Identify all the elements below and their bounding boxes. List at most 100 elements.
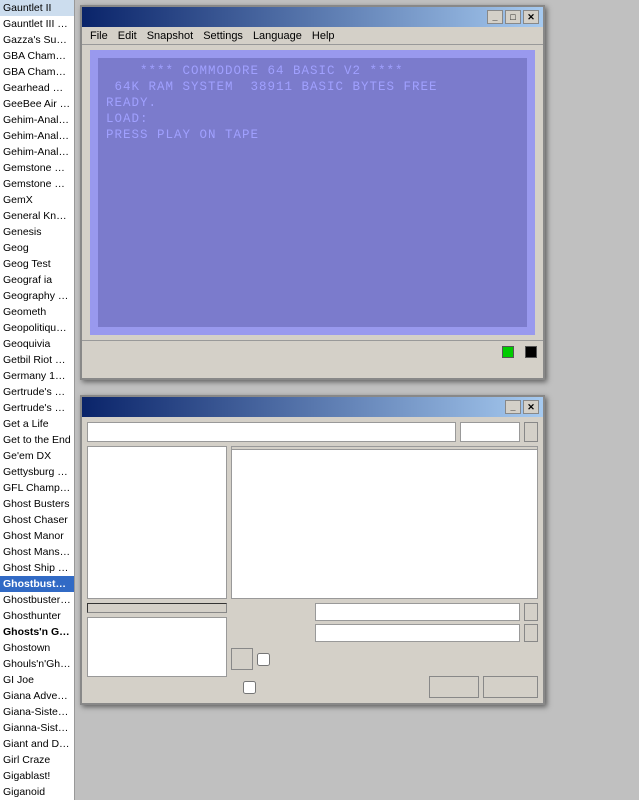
game-list[interactable]: Gauntlet IIGauntlet III - The Final...Ga… xyxy=(0,0,75,800)
apply-checkbox[interactable] xyxy=(243,681,256,694)
sidebar-item[interactable]: Ghosts'n Gob... xyxy=(0,624,74,640)
vice-menu-item[interactable]: Edit xyxy=(114,29,141,43)
ok-button[interactable] xyxy=(429,676,479,698)
sidebar-item[interactable]: Gigablast! xyxy=(0,768,74,784)
sidebar-item[interactable]: Ghost Busters xyxy=(0,496,74,512)
sidebar-item[interactable]: Geoquivia xyxy=(0,336,74,352)
vice-menu-item[interactable]: Help xyxy=(308,29,339,43)
test-button[interactable] xyxy=(231,648,253,670)
sidebar-item[interactable]: Gehim-Analyse xyxy=(0,112,74,128)
close-button[interactable]: ✕ xyxy=(523,10,539,24)
file-list[interactable] xyxy=(231,446,538,599)
refresh-button[interactable] xyxy=(524,422,538,442)
path-input[interactable] xyxy=(87,422,456,442)
sidebar-item[interactable]: Geometh xyxy=(0,304,74,320)
maximize-button[interactable]: □ xyxy=(505,10,521,24)
filter-input[interactable] xyxy=(460,422,520,442)
c64-display: **** COMMODORE 64 BASIC V2 **** 64K RAM … xyxy=(98,58,527,327)
action-buttons-row xyxy=(231,648,538,670)
right-bottom-panel xyxy=(231,603,538,698)
apply-checkbox-row xyxy=(243,681,425,694)
sidebar-item[interactable]: GemX xyxy=(0,192,74,208)
sidebar-item[interactable]: Ghouls'n'Ghosts xyxy=(0,656,74,672)
vice-statusbar xyxy=(82,340,543,362)
cancel-button[interactable] xyxy=(483,676,538,698)
screen-line: PRESS PLAY ON TAPE xyxy=(106,128,519,142)
sidebar-item[interactable]: Girl Craze xyxy=(0,752,74,768)
selector-close-button[interactable]: ✕ xyxy=(523,400,539,414)
sidebar-item[interactable]: Geograf ia xyxy=(0,272,74,288)
sidebar-item[interactable]: Geopolitique 1990 xyxy=(0,320,74,336)
sidebar-item[interactable]: Ghost Mansion II xyxy=(0,544,74,560)
sidebar-item[interactable]: Ghostbusters xyxy=(0,576,74,592)
sidebar-item[interactable]: Gehim-Analyse III xyxy=(0,144,74,160)
left-bottom-panel xyxy=(87,603,227,698)
sidebar-item[interactable]: Giganoid xyxy=(0,784,74,800)
tape-indicator xyxy=(493,346,514,358)
sidebar-item[interactable]: GBA Championship Ba... xyxy=(0,64,74,80)
vice-window-controls: _ □ ✕ xyxy=(487,10,539,24)
vice-menu-item[interactable]: Settings xyxy=(199,29,247,43)
sidebar-item[interactable]: Gearhead Garage BASI... xyxy=(0,80,74,96)
screen-line: 64K RAM SYSTEM 38911 BASIC BYTES FREE xyxy=(106,80,519,94)
qemus-checkbox-row xyxy=(257,653,273,666)
sidebar-item[interactable]: GeeBee Air Rally xyxy=(0,96,74,112)
sidebar-item[interactable]: General Knowledge Bui... xyxy=(0,208,74,224)
file-list-header xyxy=(232,447,537,450)
selected-file-input[interactable] xyxy=(315,603,520,621)
sidebar-item[interactable]: Germany 1985 - When... xyxy=(0,368,74,384)
sidebar-item[interactable]: Getbil Riot of 67, The xyxy=(0,352,74,368)
sidebar-item[interactable]: Gertrude's Secrets xyxy=(0,400,74,416)
sidebar-item[interactable]: Geography Quiz xyxy=(0,288,74,304)
qemus-checkbox[interactable] xyxy=(257,653,270,666)
selector-window-controls: _ ✕ xyxy=(505,400,539,414)
vice-menu-item[interactable]: Language xyxy=(249,29,306,43)
sidebar-item[interactable]: Gauntlet III - The Final... xyxy=(0,16,74,32)
sidebar-item[interactable]: Gianna-Sisters G... xyxy=(0,720,74,736)
change-button[interactable] xyxy=(524,624,538,642)
sidebar-item[interactable]: Gemstone Warrior xyxy=(0,176,74,192)
joystick-indicator xyxy=(522,346,537,358)
sidebar-item[interactable]: Get a Life xyxy=(0,416,74,432)
sidebar-item[interactable]: GI Joe xyxy=(0,672,74,688)
sidebar-item[interactable]: Giant and Dwarf xyxy=(0,736,74,752)
main-content xyxy=(87,446,538,599)
vice-menu-item[interactable]: File xyxy=(86,29,112,43)
sidebar-item[interactable]: Ghosthunter xyxy=(0,608,74,624)
sidebar-item[interactable]: GFL Championship Foo... xyxy=(0,480,74,496)
runnable-file-row xyxy=(231,624,538,642)
sidebar-item[interactable]: Ge'em DX xyxy=(0,448,74,464)
ok-cancel-row xyxy=(231,676,538,698)
images-list[interactable] xyxy=(87,617,227,677)
sidebar-item[interactable]: Ghostbusters II xyxy=(0,592,74,608)
selector-minimize-button[interactable]: _ xyxy=(505,400,521,414)
sidebar-item[interactable]: Geog xyxy=(0,240,74,256)
sidebar-item[interactable]: Geog Test xyxy=(0,256,74,272)
sidebar-item[interactable]: Get to the End xyxy=(0,432,74,448)
folder-tree[interactable] xyxy=(87,446,227,599)
minimize-button[interactable]: _ xyxy=(487,10,503,24)
screen-line: LOAD: xyxy=(106,112,519,126)
sidebar-item[interactable]: Ghostown xyxy=(0,640,74,656)
sidebar-item[interactable]: Gazza's Super Soccer xyxy=(0,32,74,48)
sidebar-item[interactable]: Gemstone Healer xyxy=(0,160,74,176)
sidebar-item[interactable]: Gauntlet II xyxy=(0,0,74,16)
runnable-file-input[interactable] xyxy=(315,624,520,642)
sidebar-item[interactable]: Giana Adventure... xyxy=(0,688,74,704)
sidebar-item[interactable]: Giana-Sisters 3D... xyxy=(0,704,74,720)
screen-line: **** COMMODORE 64 BASIC V2 **** xyxy=(106,64,519,78)
path-row xyxy=(87,422,538,442)
sidebar-item[interactable]: Ghost Chaser xyxy=(0,512,74,528)
sidebar-item[interactable]: Ghost Manor xyxy=(0,528,74,544)
sidebar-item[interactable]: Gehim-Analyse II xyxy=(0,128,74,144)
clear-button[interactable] xyxy=(524,603,538,621)
sidebar-item[interactable]: GBA Championship Ba... xyxy=(0,48,74,64)
sidebar-item[interactable]: Gettysburg - The Turnin... xyxy=(0,464,74,480)
vice-menu-item[interactable]: Snapshot xyxy=(143,29,197,43)
vice-window: _ □ ✕ FileEditSnapshotSettingsLanguageHe… xyxy=(80,5,545,380)
sidebar-item[interactable]: Genesis xyxy=(0,224,74,240)
vice-titlebar: _ □ ✕ xyxy=(82,7,543,27)
bottom-section xyxy=(87,603,538,698)
sidebar-item[interactable]: Ghost Ship [Preview] xyxy=(0,560,74,576)
sidebar-item[interactable]: Gertrude's Puzzles xyxy=(0,384,74,400)
